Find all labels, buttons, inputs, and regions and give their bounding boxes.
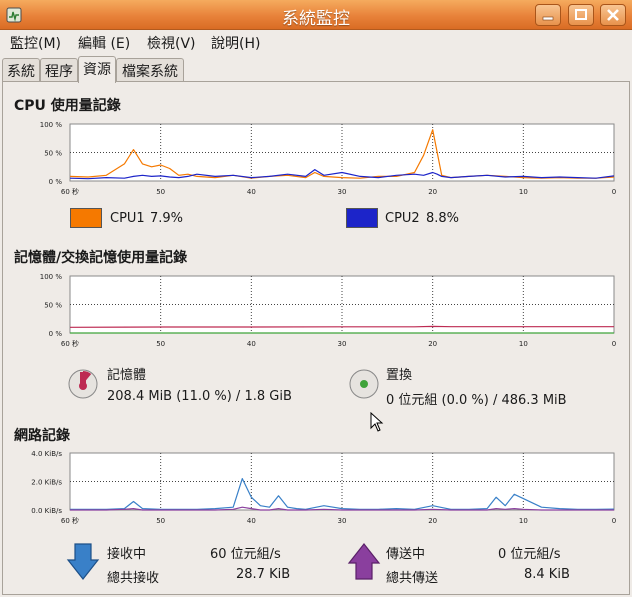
close-button[interactable]	[600, 4, 626, 26]
network-x-tick-label: 60 秒	[61, 516, 79, 525]
menu-edit[interactable]: 編輯 (E)	[78, 33, 130, 53]
total-received-value: 28.7 KiB	[236, 567, 291, 582]
network-x-tick-label: 20	[428, 517, 437, 525]
memory-x-tick-label: 60 秒	[61, 339, 79, 348]
memory-pie-icon[interactable]	[67, 368, 99, 400]
memory-x-tick-label: 10	[519, 340, 528, 348]
memory-history-graph: 100 % 50 % 0 %60 秒 50 40 30 20 10 0	[40, 273, 616, 348]
tab-processes[interactable]: 程序	[40, 58, 78, 82]
memory-y-tick-label: 50 %	[44, 302, 62, 310]
total-sent-value: 8.4 KiB	[524, 567, 570, 582]
network-x-tick-label: 50	[156, 517, 165, 525]
tab-bar: 系統 程序 資源 檔案系統	[0, 56, 632, 83]
upload-arrow-icon[interactable]	[347, 542, 381, 582]
cpu-x-tick-label: 0	[612, 188, 616, 196]
cpu-x-tick-label: 60 秒	[61, 187, 79, 196]
cpu-x-tick-label: 20	[428, 188, 437, 196]
network-x-tick-label: 0	[612, 517, 616, 525]
mouse-cursor-icon	[370, 412, 384, 432]
network-x-tick-label: 30	[338, 517, 347, 525]
cpu-y-tick-label: 100 %	[40, 121, 63, 129]
close-icon	[607, 9, 619, 21]
tab-resources[interactable]: 資源	[78, 56, 116, 83]
memory-series-1-line	[69, 325, 614, 328]
cpu-x-tick-label: 30	[338, 188, 347, 196]
receiving-rate: 60 位元組/s	[210, 547, 281, 562]
cpu1-value: 7.9%	[150, 211, 184, 226]
cpu1-color-swatch[interactable]	[70, 208, 102, 228]
menu-help[interactable]: 說明(H)	[211, 33, 260, 53]
cpu2-value: 8.8%	[426, 211, 460, 226]
network-y-tick-label: 4.0 KiB/s	[31, 450, 62, 458]
tab-filesystems[interactable]: 檔案系統	[116, 58, 184, 82]
swap-label: 置換	[386, 368, 413, 383]
memory-label: 記憶體	[107, 368, 147, 383]
network-x-tick-label: 40	[247, 517, 256, 525]
maximize-button[interactable]	[568, 4, 594, 26]
receiving-label: 接收中	[107, 547, 147, 562]
cpu-x-tick-label: 50	[156, 188, 165, 196]
cpu-y-tick-label: 0 %	[49, 178, 63, 186]
cpu-x-tick-label: 40	[247, 188, 256, 196]
menu-monitor[interactable]: 監控(M)	[10, 33, 61, 53]
swap-pie-icon[interactable]	[348, 368, 380, 400]
sending-rate: 0 位元組/s	[498, 547, 561, 562]
cpu-section-title: CPU 使用量記錄	[14, 98, 121, 114]
cpu-history-graph: 100 % 50 % 0 %60 秒 50 40 30 20 10 0	[40, 121, 616, 196]
maximize-icon	[575, 9, 587, 20]
total-received-label: 總共接收	[107, 571, 160, 586]
memory-x-tick-label: 20	[428, 340, 437, 348]
sending-label: 傳送中	[386, 547, 426, 562]
total-sent-label: 總共傳送	[386, 571, 439, 586]
swap-value: 0 位元組 (0.0 %) / 486.3 MiB	[386, 393, 567, 408]
network-y-tick-label: 2.0 KiB/s	[31, 479, 62, 487]
memory-x-tick-label: 30	[338, 340, 347, 348]
cpu-y-tick-label: 50 %	[44, 150, 62, 158]
title-bar[interactable]: 系統監控	[0, 0, 632, 30]
cpu2-color-swatch[interactable]	[346, 208, 378, 228]
memory-x-tick-label: 50	[156, 340, 165, 348]
memory-section-title: 記憶體/交換記憶使用量記錄	[14, 250, 188, 266]
memory-value: 208.4 MiB (11.0 %) / 1.8 GiB	[107, 389, 292, 404]
memory-y-tick-label: 0 %	[49, 330, 63, 338]
network-y-tick-label: 0.0 KiB/s	[31, 507, 62, 515]
cpu2-name: CPU2	[385, 211, 420, 226]
network-section-title: 網路記錄	[14, 428, 70, 444]
menu-view[interactable]: 檢視(V)	[147, 33, 196, 53]
menu-bar: 監控(M) 編輯 (E) 檢視(V) 說明(H)	[0, 30, 632, 54]
network-history-graph: 4.0 KiB/s 2.0 KiB/s 0.0 KiB/s60 秒 50 40 30 20 1…	[31, 450, 616, 525]
memory-x-tick-label: 40	[247, 340, 256, 348]
network-x-tick-label: 10	[519, 517, 528, 525]
tab-system[interactable]: 系統	[2, 58, 40, 82]
minimize-icon	[542, 16, 554, 21]
cpu1-name: CPU1	[110, 211, 145, 226]
memory-x-tick-label: 0	[612, 340, 616, 348]
download-arrow-icon[interactable]	[66, 542, 100, 582]
memory-y-tick-label: 100 %	[40, 273, 63, 281]
cpu-x-tick-label: 10	[519, 188, 528, 196]
minimize-button[interactable]	[535, 4, 561, 26]
